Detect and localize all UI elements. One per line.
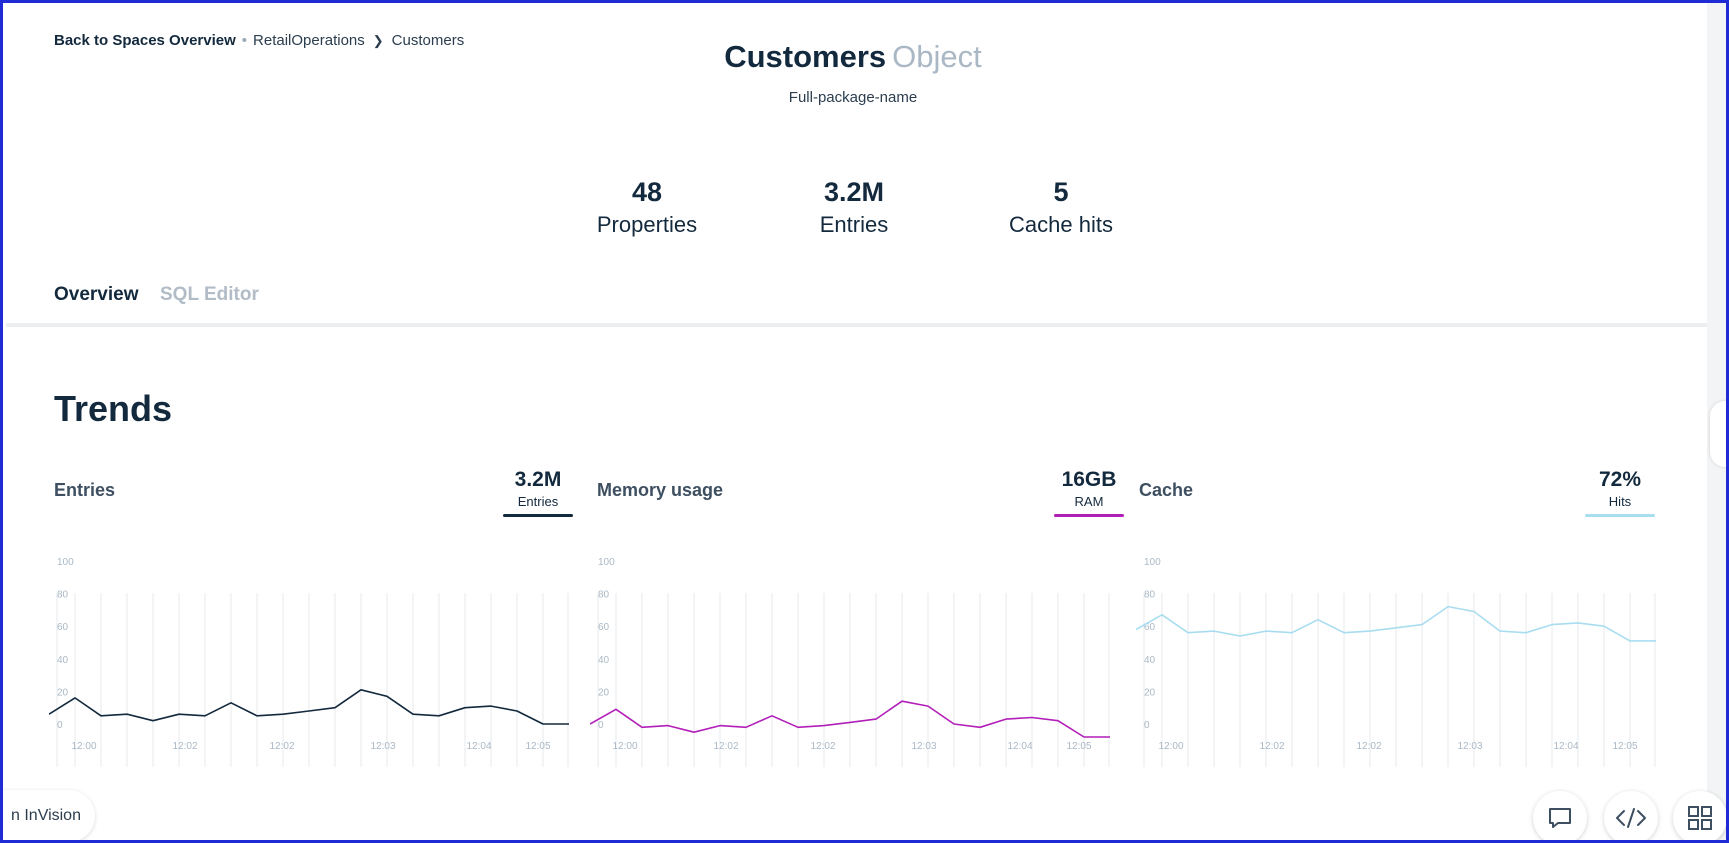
scroll-handle[interactable] <box>1710 401 1726 467</box>
section-title: Trends <box>54 388 173 429</box>
stat-label: Cache hits <box>1009 212 1113 237</box>
x-tick-label: 12:00 <box>612 741 637 752</box>
y-tick-label: 60 <box>598 622 610 633</box>
stat-entries: 3.2M Entries <box>764 177 944 238</box>
package-name: Full-package-name <box>788 89 918 106</box>
metric-underline <box>503 514 573 517</box>
stat-label: Entries <box>819 212 889 237</box>
memory-chart: 100 80 60 40 20 0 12:00 12:02 12:02 12:03 12:04 12:… <box>590 557 1110 767</box>
invision-label: n InVision <box>11 807 81 824</box>
tab-sql-editor[interactable]: SQL Editor <box>160 284 259 306</box>
y-tick-label: 0 <box>57 720 63 731</box>
y-tick-label: 40 <box>598 655 610 666</box>
x-tick-label: 12:04 <box>466 741 491 752</box>
stat-label: Properties <box>596 212 698 237</box>
cache-chart: 10080604020012:00 12:02 12:02 12:03 12:04 12:… <box>1136 557 1656 767</box>
y-tick-label: 80 <box>1144 590 1156 601</box>
y-tick-label: 80 <box>598 590 610 601</box>
object-type: Object <box>892 39 982 74</box>
stat-value: 3.2M <box>823 177 885 207</box>
metric-unit: Entries <box>517 494 559 509</box>
y-tick-label: 100 <box>1144 557 1161 568</box>
x-tick-label: 12:02 <box>713 741 738 752</box>
stat-value: 5 <box>1053 177 1069 207</box>
metric-memory: 16GB RAM <box>1054 468 1124 517</box>
y-tick-label: 20 <box>598 687 610 698</box>
object-name: Customers <box>724 39 887 74</box>
x-tick-label: 12:02 <box>810 741 835 752</box>
invision-badge[interactable]: n InVision <box>3 790 95 840</box>
x-tick-label: 12:04 <box>1553 741 1578 752</box>
page-title: Customers Object <box>3 39 1703 75</box>
stat-cache-hits: 5 Cache hits <box>971 177 1151 238</box>
metric-value: 72% <box>1598 468 1642 491</box>
y-tick-label: 80 <box>57 590 69 601</box>
panel-label-entries: Entries <box>54 480 116 500</box>
y-tick-label: 0 <box>598 720 604 731</box>
grid-button[interactable] <box>1673 791 1726 840</box>
app-frame: Back to Spaces Overview • RetailOperatio… <box>0 0 1729 843</box>
metric-unit: Hits <box>1608 494 1632 509</box>
metric-entries: 3.2M Entries <box>503 468 573 517</box>
metric-cache: 72% Hits <box>1585 468 1655 517</box>
x-tick-label: 12:05 <box>525 741 550 752</box>
panel-label-cache: Cache <box>1139 480 1194 500</box>
metric-underline <box>1054 514 1124 517</box>
code-button[interactable] <box>1604 791 1658 840</box>
code-icon <box>1616 808 1646 828</box>
metric-value: 3.2M <box>514 468 562 491</box>
y-tick-label: 60 <box>57 622 69 633</box>
y-tick-label: 20 <box>57 687 69 698</box>
y-tick-label: 40 <box>57 655 69 666</box>
x-tick-label: 12:05 <box>1066 741 1091 752</box>
metric-underline <box>1585 514 1655 517</box>
x-tick-label: 12:04 <box>1007 741 1032 752</box>
x-tick-label: 12:02 <box>1356 741 1381 752</box>
metric-value: 16GB <box>1061 468 1117 491</box>
stat-value: 48 <box>631 177 663 207</box>
y-tick-label: 40 <box>1144 655 1156 666</box>
x-tick-label: 12:02 <box>172 741 197 752</box>
y-tick-label: 20 <box>1144 687 1156 698</box>
panel-label-memory: Memory usage <box>597 480 724 500</box>
x-tick-label: 12:02 <box>1259 741 1284 752</box>
entries-chart: 100 80 60 40 20 0 12:00 12:02 12:02 12:03 12:04 12:… <box>49 557 569 767</box>
metric-unit: RAM <box>1074 494 1104 509</box>
x-tick-label: 12:03 <box>1457 741 1482 752</box>
grid-icon <box>1688 806 1712 830</box>
x-tick-label: 12:05 <box>1612 741 1637 752</box>
y-tick-label: 100 <box>57 557 74 568</box>
x-tick-label: 12:03 <box>370 741 395 752</box>
y-tick-label: 100 <box>598 557 615 568</box>
x-tick-label: 12:02 <box>269 741 294 752</box>
header-divider <box>6 323 1708 327</box>
comment-icon <box>1549 808 1571 828</box>
x-tick-label: 12:03 <box>911 741 936 752</box>
x-tick-label: 12:00 <box>1158 741 1183 752</box>
stat-properties: 48 Properties <box>557 177 737 238</box>
comment-button[interactable] <box>1533 791 1587 840</box>
x-tick-label: 12:00 <box>71 741 96 752</box>
y-tick-label: 0 <box>1144 720 1150 731</box>
tab-overview[interactable]: Overview <box>54 284 139 306</box>
